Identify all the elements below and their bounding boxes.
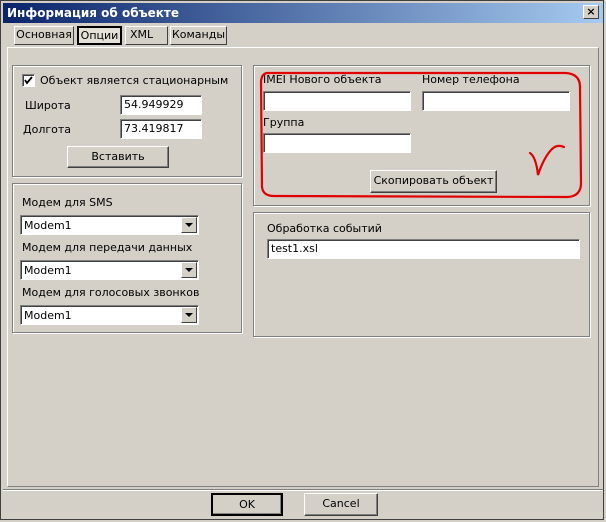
- insert-button[interactable]: Вставить: [67, 146, 169, 168]
- voice-modem-select[interactable]: Modem1: [20, 305, 199, 325]
- cancel-button-label: Cancel: [322, 497, 360, 510]
- tab-commands[interactable]: Команды: [170, 26, 227, 45]
- data-modem-select[interactable]: Modem1: [20, 260, 199, 280]
- longitude-label: Долгота: [23, 123, 72, 136]
- chevron-down-icon[interactable]: [181, 217, 197, 233]
- stationary-checkbox[interactable]: [22, 74, 35, 87]
- insert-button-label: Вставить: [91, 150, 145, 163]
- checkmark-annotation-icon: [528, 144, 566, 176]
- data-modem-label: Модем для передачи данных: [22, 241, 193, 254]
- events-input[interactable]: test1.xsl: [267, 239, 580, 259]
- ok-button[interactable]: OK: [211, 493, 283, 516]
- chevron-down-icon[interactable]: [181, 262, 197, 278]
- sms-modem-select[interactable]: Modem1: [20, 215, 199, 235]
- data-modem-value: Modem1: [24, 264, 72, 277]
- chevron-down-icon[interactable]: [181, 307, 197, 323]
- red-highlight-annotation: [259, 71, 583, 199]
- object-info-window: Информация об объекте × Основная Опции X…: [0, 0, 604, 520]
- ok-button-label: OK: [239, 498, 255, 511]
- tab-xml[interactable]: XML: [125, 26, 168, 45]
- sms-modem-label: Модем для SMS: [22, 196, 113, 209]
- voice-modem-value: Modem1: [24, 309, 72, 322]
- longitude-input[interactable]: 73.419817: [120, 119, 202, 139]
- latitude-input[interactable]: 54.949929: [120, 95, 202, 115]
- voice-modem-label: Модем для голосовых звонков: [22, 286, 200, 299]
- footer-divider: [3, 489, 603, 491]
- close-button[interactable]: ×: [583, 5, 599, 19]
- checkmark-icon: [24, 76, 33, 85]
- events-label: Обработка событий: [267, 222, 382, 235]
- title-bar: Информация об объекте ×: [3, 3, 603, 23]
- stationary-label: Объект является стационарным: [40, 74, 229, 87]
- tab-main[interactable]: Основная: [14, 26, 74, 45]
- sms-modem-value: Modem1: [24, 219, 72, 232]
- cancel-button[interactable]: Cancel: [304, 493, 378, 516]
- latitude-label: Широта: [25, 99, 71, 112]
- tab-options[interactable]: Опции: [77, 26, 122, 45]
- window-title: Информация об объекте: [7, 6, 179, 20]
